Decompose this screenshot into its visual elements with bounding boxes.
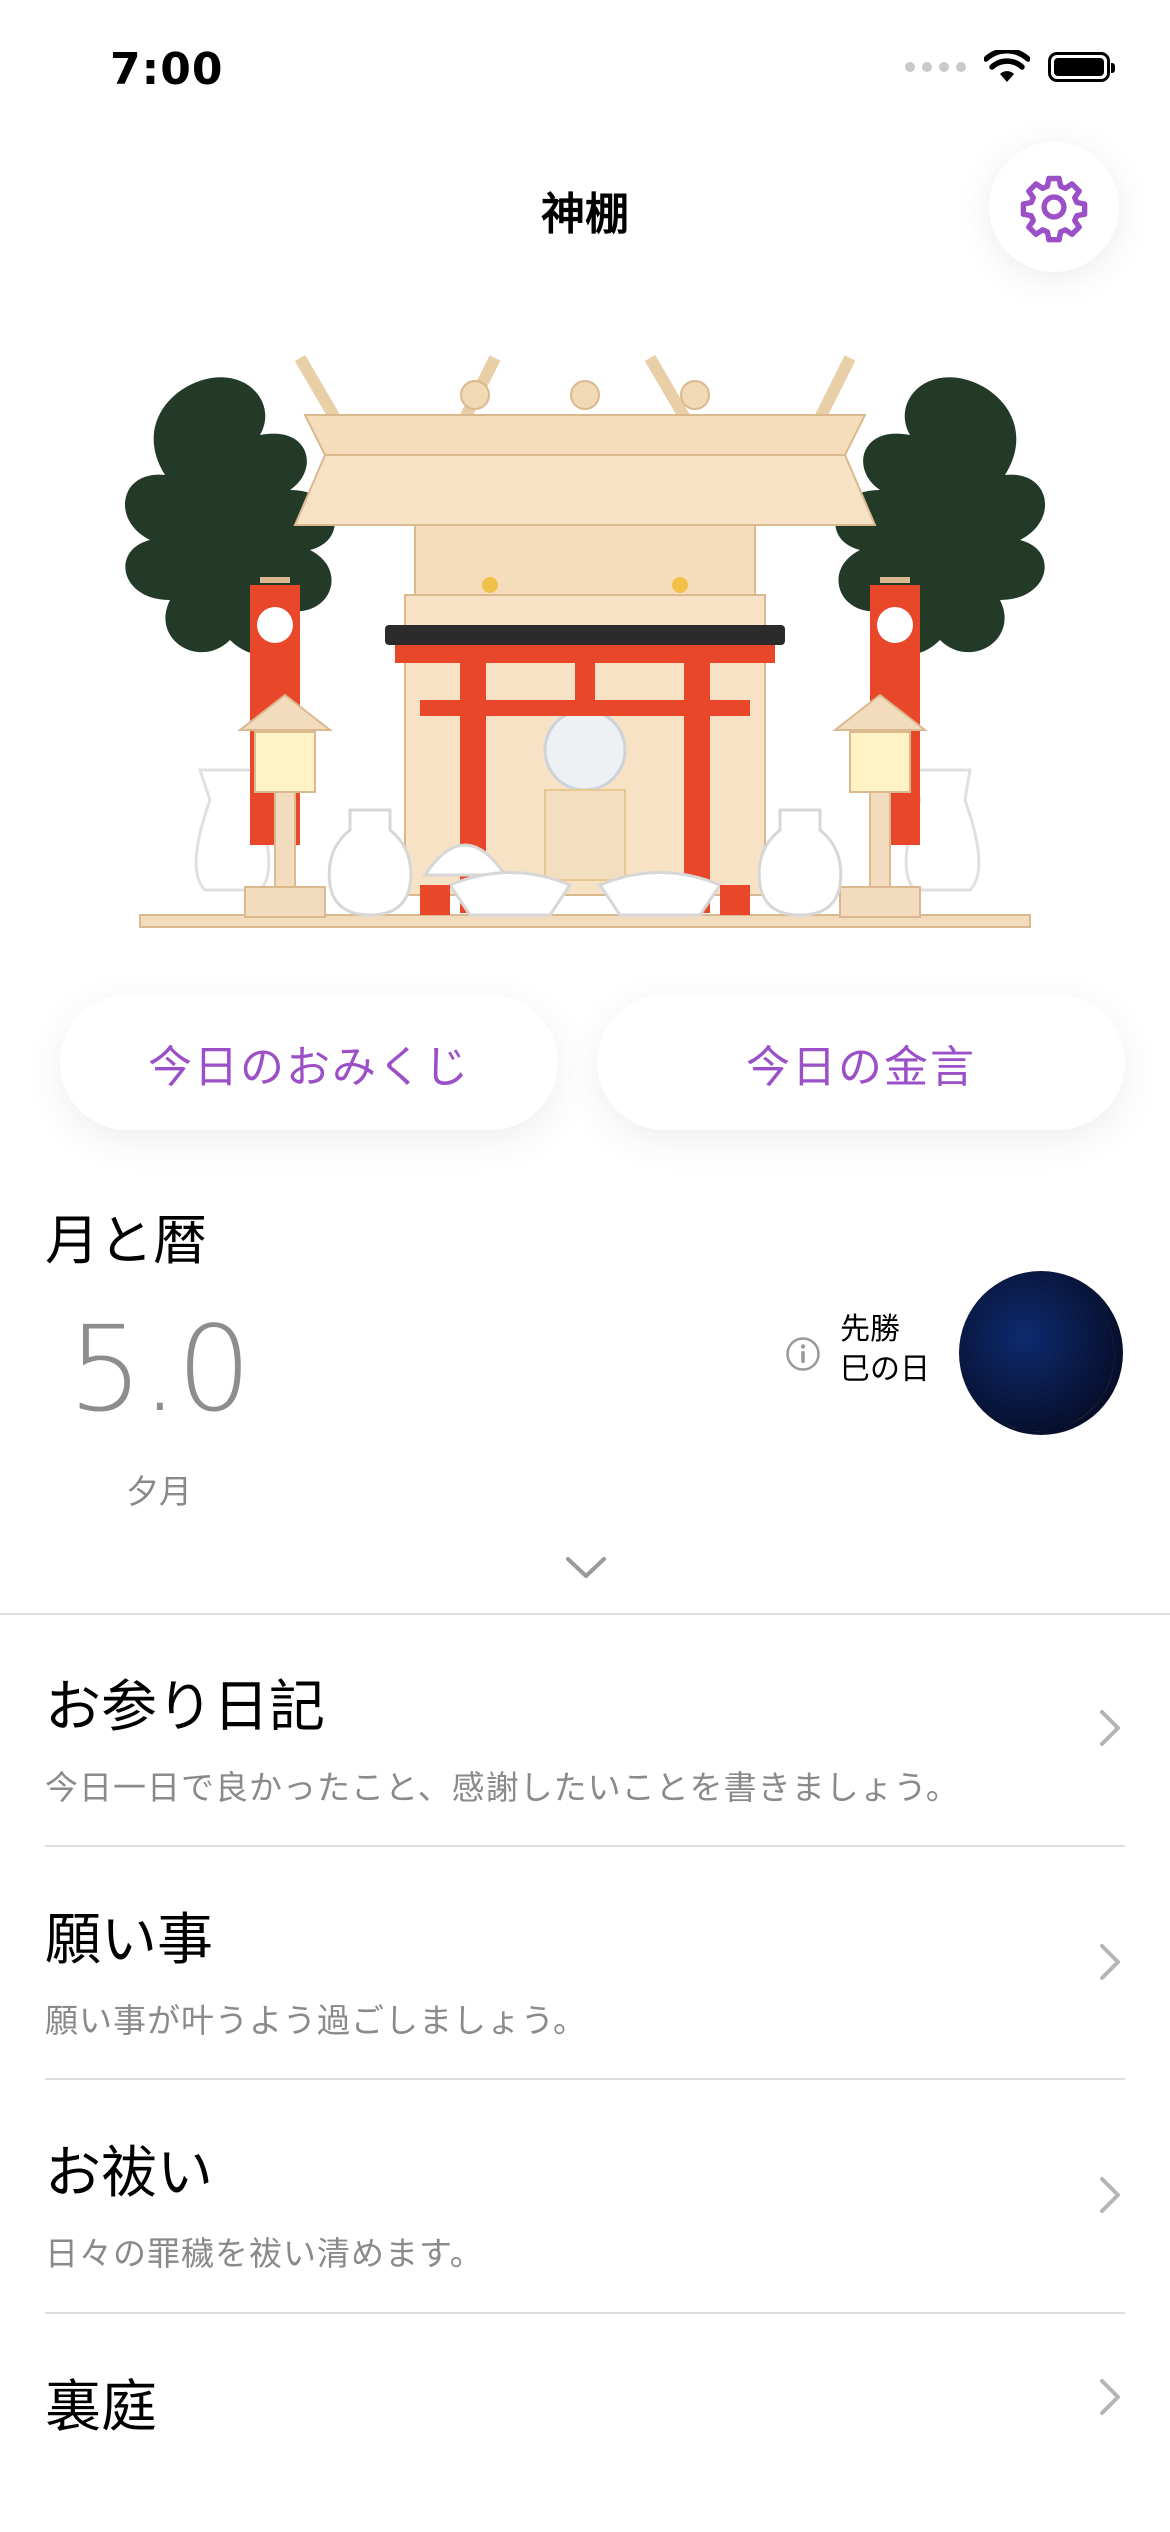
list-item-title: お祓い	[45, 2141, 213, 2206]
chevron-right-icon	[1100, 2177, 1120, 2213]
row-divider	[45, 2312, 1125, 2314]
omikuji-button[interactable]: 今日のおみくじ	[60, 995, 558, 1130]
calendar-info: 先勝 巳の日	[840, 1310, 930, 1390]
kamidana-illustration	[124, 354, 1046, 928]
list-item-wishes[interactable]: 願い事 願い事が叶うよう過ごしましょう。	[45, 1895, 1125, 2042]
list-item-title: 願い事	[45, 1908, 213, 1973]
list-item-backyard[interactable]: 裏庭	[45, 2362, 1125, 2443]
section-divider	[0, 1613, 1170, 1615]
status-icons	[905, 50, 1115, 84]
moon-phase-icon	[959, 1271, 1123, 1435]
status-time: 7:00	[110, 44, 224, 95]
settings-button[interactable]	[989, 142, 1119, 272]
list-item-diary[interactable]: お参り日記 今日一日で良かったこと、感謝したいことを書きましょう。	[45, 1662, 1125, 1809]
chevron-right-icon	[1100, 2379, 1120, 2415]
list-item-title: 裏庭	[45, 2375, 157, 2440]
row-divider	[45, 2078, 1125, 2080]
day-note-label: 巳の日	[840, 1352, 930, 1387]
list-item-title: お参り日記	[45, 1675, 325, 1740]
wifi-icon	[984, 50, 1030, 82]
moon-section-title: 月と暦	[45, 1209, 207, 1272]
list-item-purification[interactable]: お祓い 日々の罪穢を祓い清めます。	[45, 2128, 1125, 2275]
gear-icon	[1020, 175, 1088, 243]
chevron-right-icon	[1100, 1710, 1120, 1746]
moon-age: 5.0	[68, 1300, 252, 1438]
signal-icon	[905, 62, 966, 72]
lion-dog-right-icon	[720, 885, 750, 915]
chevron-right-icon	[1100, 1944, 1120, 1980]
moon-name: 夕月	[126, 1472, 192, 1511]
rokuyo-label: 先勝	[840, 1312, 900, 1347]
lion-dog-left-icon	[420, 885, 450, 915]
list-item-subtitle: 願い事が叶うよう過ごしましょう。	[45, 2001, 588, 2040]
kingen-button[interactable]: 今日の金言	[597, 995, 1125, 1130]
expand-chevron-icon[interactable]	[565, 1555, 607, 1581]
list-item-subtitle: 日々の罪穢を祓い清めます。	[45, 2234, 484, 2273]
info-icon[interactable]	[785, 1336, 821, 1372]
battery-icon	[1048, 52, 1115, 82]
row-divider	[45, 1845, 1125, 1847]
list-item-subtitle: 今日一日で良かったこと、感謝したいことを書きましょう。	[45, 1768, 960, 1807]
